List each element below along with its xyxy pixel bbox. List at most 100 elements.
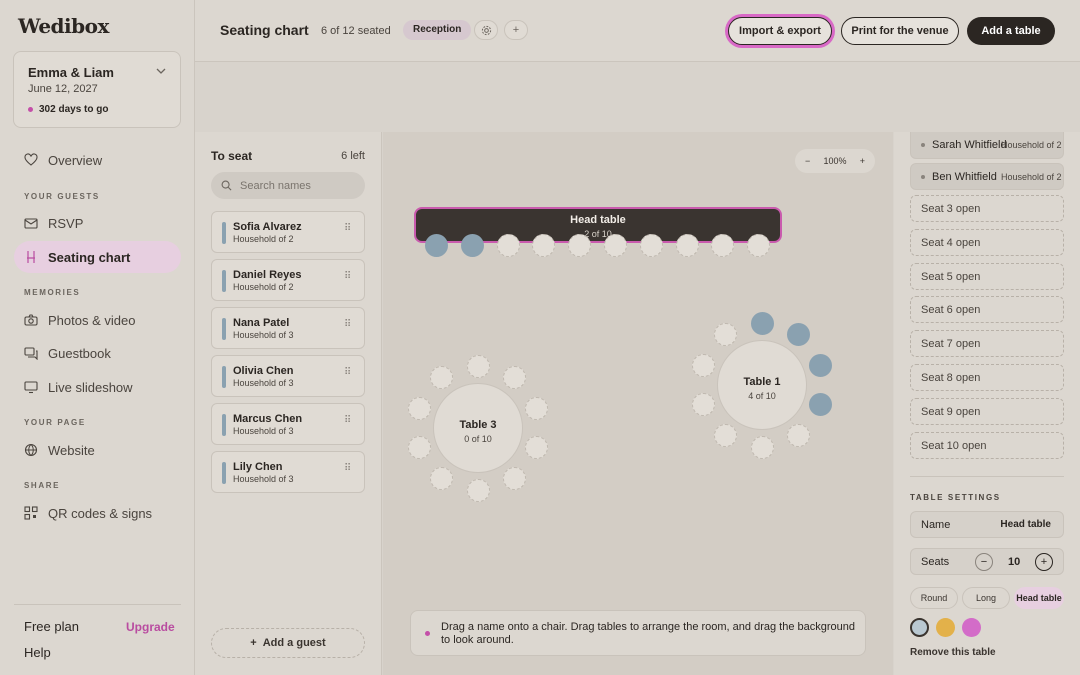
guest-card[interactable]: Nana Patel Household of 3 ⠿ bbox=[211, 307, 365, 349]
drag-handle-icon[interactable]: ⠿ bbox=[344, 224, 352, 234]
guest-card[interactable]: Marcus Chen Household of 3 ⠿ bbox=[211, 403, 365, 445]
help-link[interactable]: Help bbox=[24, 645, 51, 660]
head-table-chair[interactable] bbox=[460, 234, 484, 257]
nav-slideshow[interactable]: Live slideshow bbox=[14, 371, 181, 403]
table-3-chair[interactable] bbox=[430, 466, 454, 490]
nav-overview[interactable]: Overview bbox=[14, 144, 181, 176]
table-1-chair[interactable] bbox=[809, 392, 833, 416]
table-name-value[interactable]: Head table bbox=[1000, 519, 1051, 530]
nav-guestbook[interactable]: Guestbook bbox=[14, 337, 181, 369]
drag-handle-icon[interactable]: ⠿ bbox=[344, 272, 352, 282]
table-3-chair[interactable] bbox=[502, 366, 526, 390]
head-table-chair[interactable] bbox=[747, 234, 771, 257]
color-swatch-gold[interactable] bbox=[936, 618, 955, 637]
table-3-chair[interactable] bbox=[466, 478, 490, 502]
search-field[interactable] bbox=[211, 172, 365, 199]
table-1-chair[interactable] bbox=[714, 323, 738, 347]
countdown-text: 302 days to go bbox=[39, 104, 109, 115]
seat-row-filled[interactable]: Ben Whitfield Household of 2 bbox=[910, 163, 1064, 190]
table-3[interactable]: Table 3 0 of 10 bbox=[433, 383, 523, 473]
table-3-chair[interactable] bbox=[502, 466, 526, 490]
seat-row-open[interactable]: Seat 5 open bbox=[910, 263, 1064, 290]
head-table-chair[interactable] bbox=[711, 234, 735, 257]
guest-card[interactable]: Olivia Chen Household of 3 ⠿ bbox=[211, 355, 365, 397]
table-1-chair[interactable] bbox=[691, 392, 715, 416]
settings-divider bbox=[910, 476, 1064, 477]
nav-photos[interactable]: Photos & video bbox=[14, 304, 181, 336]
head-table-chair[interactable] bbox=[604, 234, 627, 257]
table-name-field[interactable]: Name Head table bbox=[910, 511, 1064, 538]
couple-switcher[interactable]: Emma & Liam June 12, 2027 302 days to go bbox=[13, 51, 181, 128]
guest-card[interactable]: Sofia Alvarez Household of 2 ⠿ bbox=[211, 211, 365, 253]
nav-website[interactable]: Website bbox=[14, 434, 181, 466]
head-table-name: Head table bbox=[570, 214, 626, 226]
household-color-bar bbox=[222, 366, 226, 388]
globe-icon bbox=[24, 443, 38, 457]
upgrade-link[interactable]: Upgrade bbox=[126, 620, 175, 634]
nav-rsvp[interactable]: RSVP bbox=[14, 207, 181, 239]
search-input[interactable] bbox=[240, 179, 350, 192]
zoom-in-button[interactable]: + bbox=[860, 156, 865, 166]
color-swatch-blue[interactable] bbox=[910, 618, 929, 637]
table-1-chair[interactable] bbox=[786, 423, 810, 447]
zoom-out-button[interactable]: − bbox=[805, 156, 810, 166]
shape-long-button[interactable]: Long bbox=[962, 587, 1010, 609]
shape-head-table-button[interactable]: Head table bbox=[1014, 587, 1064, 609]
decrement-button[interactable]: − bbox=[975, 553, 993, 571]
seat-row-open[interactable]: Seat 3 open bbox=[910, 195, 1064, 222]
table-3-chair[interactable] bbox=[407, 435, 431, 459]
guest-card[interactable]: Lily Chen Household of 3 ⠿ bbox=[211, 451, 365, 493]
guest-household: Household of 3 bbox=[233, 426, 294, 436]
seat-row-open[interactable]: Seat 6 open bbox=[910, 296, 1064, 323]
app-logo[interactable]: Wedibox bbox=[18, 14, 109, 38]
add-room-plus-icon[interactable]: + bbox=[504, 20, 528, 40]
head-table-chair[interactable] bbox=[532, 234, 556, 257]
shape-round-button[interactable]: Round bbox=[910, 587, 958, 609]
head-table-chair[interactable] bbox=[496, 234, 520, 257]
import-export-button[interactable]: Import & export bbox=[728, 17, 832, 45]
table-3-chair[interactable] bbox=[525, 397, 549, 421]
table-1-chair[interactable] bbox=[809, 354, 833, 378]
seating-canvas[interactable]: − 100% + Head table 2 of 10 Table 3 0 of… bbox=[383, 132, 893, 675]
nav-qr-codes[interactable]: QR codes & signs bbox=[14, 497, 181, 529]
tab-reception[interactable]: Reception bbox=[403, 20, 472, 40]
nav-overview-label: Overview bbox=[48, 152, 103, 168]
table-1-chair[interactable] bbox=[691, 354, 715, 378]
color-swatch-pink[interactable] bbox=[962, 618, 981, 637]
guest-card[interactable]: Daniel Reyes Household of 2 ⠿ bbox=[211, 259, 365, 301]
seat-row-open[interactable]: Seat 9 open bbox=[910, 398, 1064, 425]
print-venue-button[interactable]: Print for the venue bbox=[841, 17, 959, 45]
increment-button[interactable]: + bbox=[1035, 553, 1053, 571]
drag-handle-icon[interactable]: ⠿ bbox=[344, 416, 352, 426]
remove-table-link[interactable]: Remove this table bbox=[910, 647, 996, 658]
drag-handle-icon[interactable]: ⠿ bbox=[344, 320, 352, 330]
drag-handle-icon[interactable]: ⠿ bbox=[344, 464, 352, 474]
chair-icon bbox=[24, 250, 38, 264]
table-1-chair[interactable] bbox=[750, 311, 774, 335]
head-table-chair[interactable] bbox=[425, 234, 448, 257]
nav-seating-chart[interactable]: Seating chart bbox=[14, 241, 181, 273]
table-3-chair[interactable] bbox=[466, 354, 490, 378]
seat-row-open[interactable]: Seat 10 open bbox=[910, 432, 1064, 459]
add-table-button[interactable]: Add a table bbox=[967, 17, 1055, 45]
couple-name: Emma & Liam bbox=[28, 65, 114, 80]
table-1-chair[interactable] bbox=[714, 423, 738, 447]
table-1[interactable]: Table 1 4 of 10 bbox=[717, 340, 807, 430]
seat-row-open[interactable]: Seat 7 open bbox=[910, 330, 1064, 357]
head-table-chair[interactable] bbox=[568, 234, 592, 257]
head-table-chair[interactable] bbox=[639, 234, 663, 257]
chevron-down-icon[interactable] bbox=[156, 66, 166, 77]
table-3-chair[interactable] bbox=[407, 397, 431, 421]
drag-handle-icon[interactable]: ⠿ bbox=[344, 368, 352, 378]
add-guest-button[interactable]: + Add a guest bbox=[211, 628, 365, 658]
seat-row-filled[interactable]: Sarah Whitfield Household of 2 bbox=[910, 132, 1064, 159]
table-1-chair[interactable] bbox=[786, 323, 810, 347]
gear-icon[interactable] bbox=[474, 20, 498, 40]
table-3-chair[interactable] bbox=[525, 435, 549, 459]
seat-row-open[interactable]: Seat 4 open bbox=[910, 229, 1064, 256]
head-table-chair[interactable] bbox=[675, 234, 699, 257]
camera-icon bbox=[24, 313, 38, 327]
table-3-chair[interactable] bbox=[430, 366, 454, 390]
table-1-chair[interactable] bbox=[750, 435, 774, 459]
seat-row-open[interactable]: Seat 8 open bbox=[910, 364, 1064, 391]
